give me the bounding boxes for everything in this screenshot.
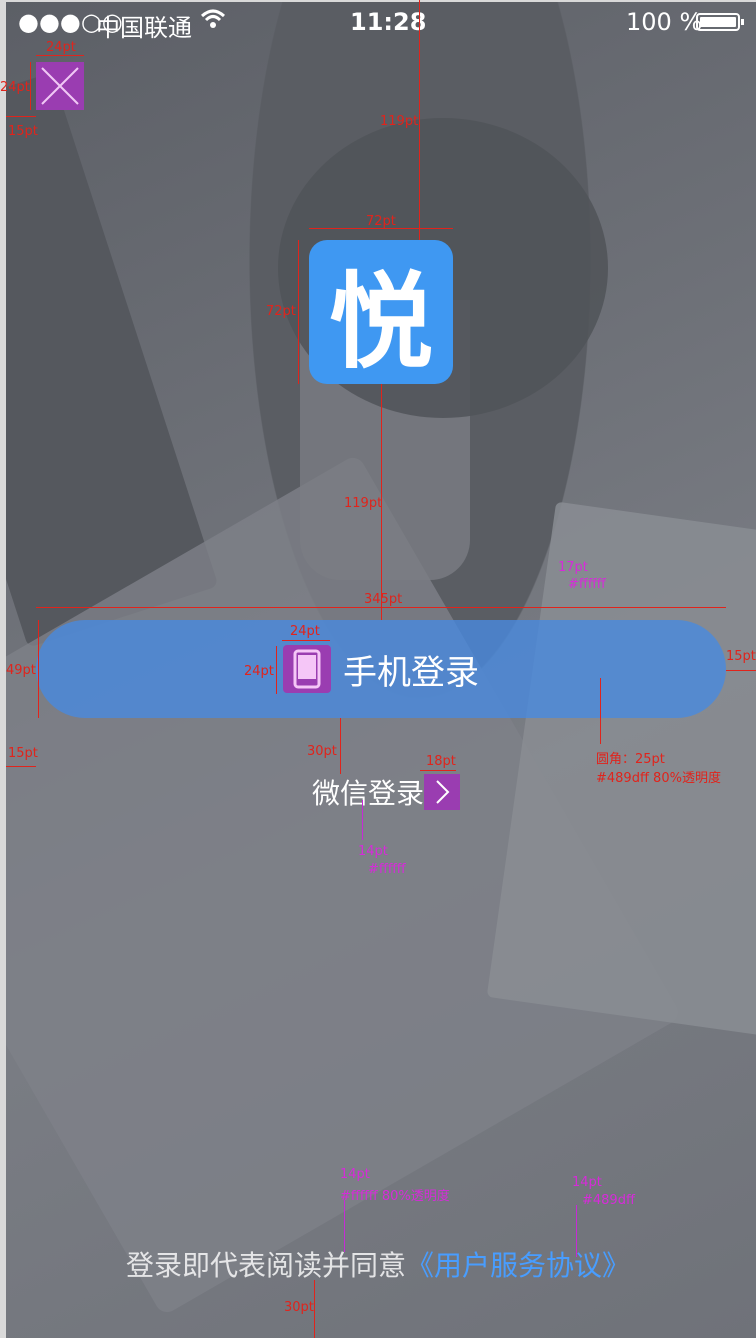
annot-agree-color: #ffffff 80%透明度 bbox=[340, 1189, 450, 1204]
annot-icon-height: 24pt bbox=[244, 664, 274, 679]
phone-login-label: 手机登录 bbox=[343, 652, 479, 693]
annot-agree-size: 14pt bbox=[340, 1167, 370, 1182]
phone-icon bbox=[283, 645, 331, 693]
chevron-right-icon bbox=[424, 774, 461, 810]
wechat-login-link[interactable]: 微信登录 bbox=[312, 772, 461, 812]
agreement-footer: 登录即代表阅读并同意《用户服务协议》 bbox=[0, 1244, 756, 1284]
user-agreement-link[interactable]: 《用户服务协议》 bbox=[406, 1249, 630, 1282]
annot-close-left: 15pt bbox=[8, 124, 38, 139]
annot-button-left: 15pt bbox=[8, 746, 38, 761]
annot-bottom-gap: 30pt bbox=[284, 1300, 314, 1315]
annot-radius: 圆角：25pt bbox=[596, 752, 665, 767]
annot-button-width: 345pt bbox=[364, 592, 403, 607]
battery-icon bbox=[696, 13, 744, 31]
annot-wechat-size: 14pt bbox=[358, 844, 388, 859]
battery-percent: 100 % bbox=[626, 8, 703, 36]
status-time: 11:28 bbox=[350, 8, 427, 36]
annot-logo-height: 72pt bbox=[266, 304, 296, 319]
phone-login-button[interactable]: 手机登录 bbox=[36, 620, 726, 718]
wechat-login-label: 微信登录 bbox=[312, 777, 425, 810]
annot-label-size: 17pt bbox=[558, 560, 588, 575]
wifi-icon bbox=[200, 8, 226, 36]
annot-close-height: 24pt bbox=[0, 80, 30, 95]
close-icon bbox=[41, 67, 79, 105]
annot-icon-width: 24pt bbox=[290, 624, 320, 639]
close-button[interactable] bbox=[36, 62, 84, 110]
annot-link-size: 14pt bbox=[572, 1175, 602, 1190]
annot-label-color: #ffffff bbox=[568, 577, 606, 592]
annot-logo-width: 72pt bbox=[366, 214, 396, 229]
annot-gap: 30pt bbox=[307, 744, 337, 759]
annot-top-to-logo: 119pt bbox=[380, 114, 419, 129]
annot-arrow-width: 18pt bbox=[426, 754, 456, 769]
annot-button-right: 15pt bbox=[726, 649, 756, 664]
carrier-name: 中国联通 bbox=[96, 14, 192, 42]
annot-link-color: #489dff bbox=[582, 1193, 635, 1208]
agreement-text: 登录即代表阅读并同意 bbox=[125, 1249, 406, 1282]
app-logo: 悦 bbox=[309, 240, 453, 384]
annot-button-height: 49pt bbox=[6, 663, 36, 678]
annot-wechat-color: #ffffff bbox=[368, 862, 406, 877]
annot-close-width: 24pt bbox=[46, 40, 76, 55]
annot-button-color: #489dff 80%透明度 bbox=[596, 771, 721, 786]
status-bar: ●●●○○ 中国联通 11:28 100 % bbox=[0, 0, 756, 44]
annot-logo-to-button: 119pt bbox=[344, 496, 383, 511]
